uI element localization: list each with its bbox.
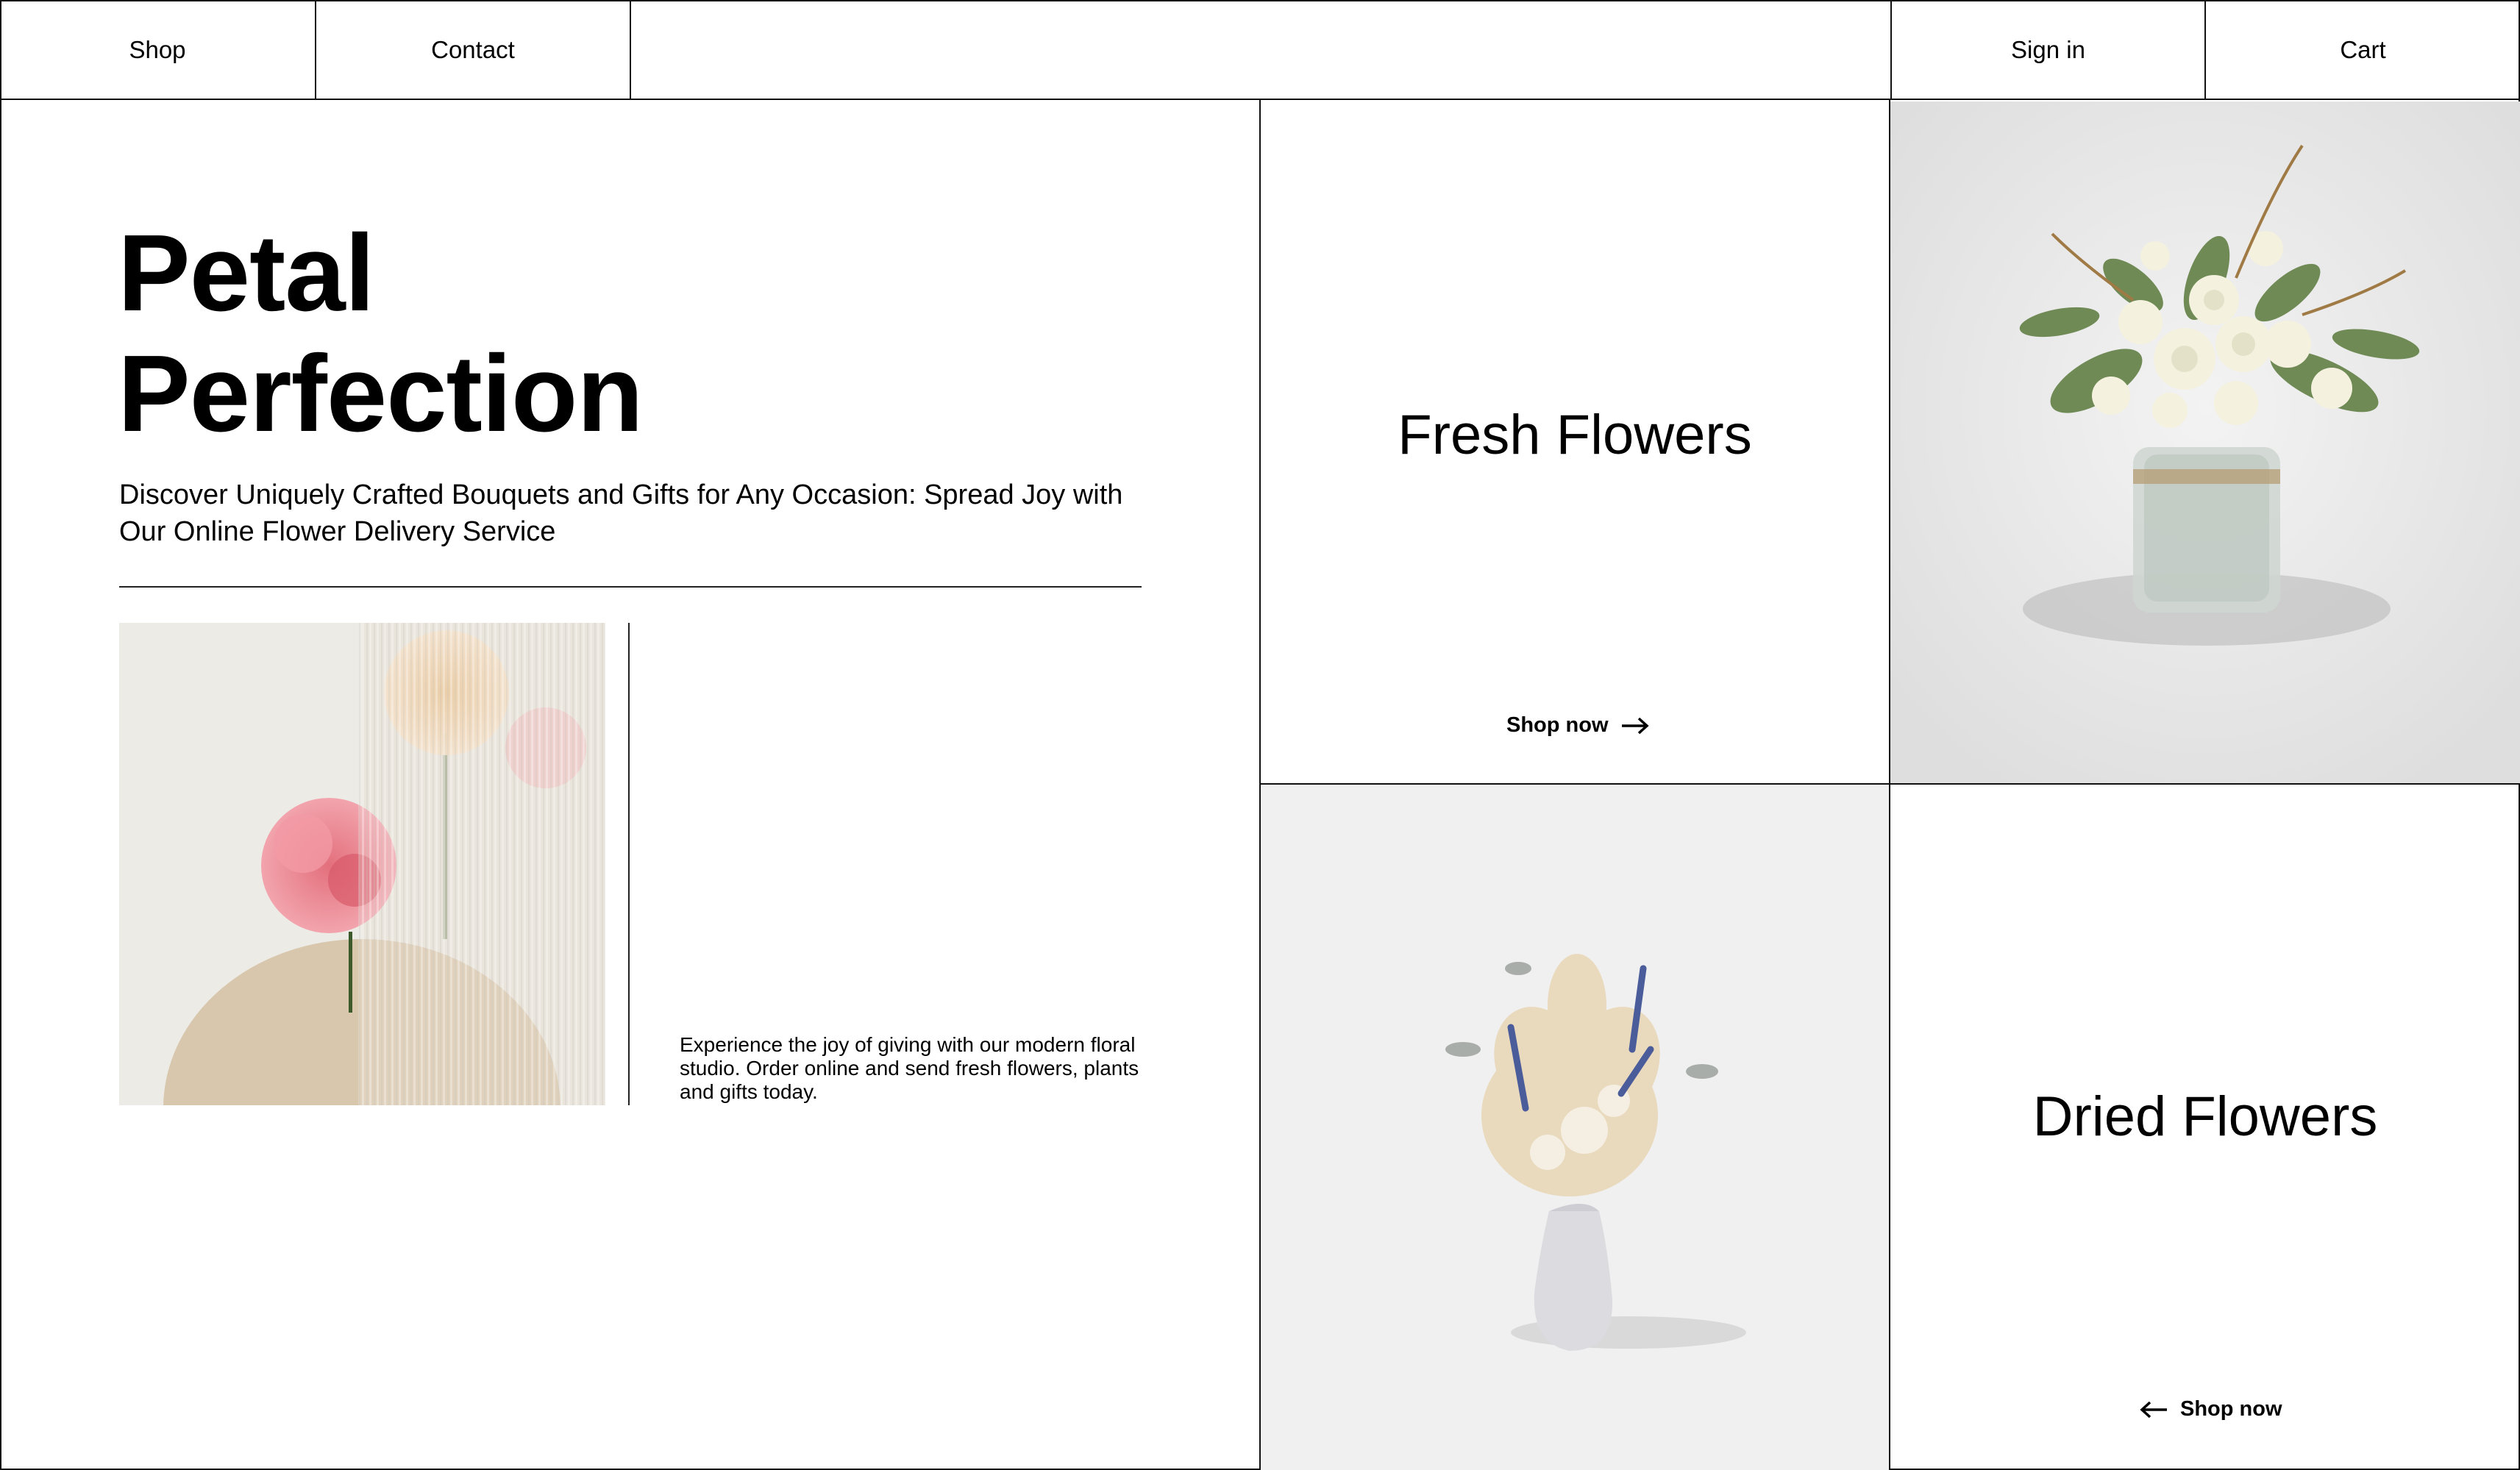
dried-shop-now-label: Shop now [2180,1397,2282,1421]
top-nav: Shop Contact Sign in Cart [0,0,2520,100]
nav-sign-in-label: Sign in [2011,36,2085,63]
dried-flowers-title: Dried Flowers [2032,1085,2378,1148]
dried-shop-now-link[interactable]: Shop now [2139,1397,2282,1421]
dried-bouquet-image [1261,785,1889,1470]
hero-note: Experience the joy of giving with our mo… [680,1033,1139,1103]
title-line-1: Petal [118,213,375,334]
fresh-flowers-title: Fresh Flowers [1398,404,1752,466]
nav-cart[interactable]: Cart [2204,0,2520,100]
nav-shop-label: Shop [129,36,186,63]
hero-subtitle: Discover Uniquely Crafted Bouquets and G… [119,479,1123,547]
fresh-bouquet-image [1890,101,2520,783]
nav-shop[interactable]: Shop [0,0,316,100]
white-bouquet-illustration [1890,101,2520,783]
fresh-shop-now-label: Shop now [1506,713,1609,737]
nav-cart-label: Cart [2340,36,2386,63]
nav-sign-in[interactable]: Sign in [1890,0,2204,100]
page-title: Petal Perfection [118,213,644,454]
nav-contact[interactable]: Contact [316,0,631,100]
carnation-glass-image [119,623,605,1105]
hero-vertical-divider [628,623,630,1105]
fresh-shop-now-link[interactable]: Shop now [1506,713,1650,738]
title-line-2: Perfection [118,333,644,454]
hero-image [119,623,605,1105]
nav-contact-label: Contact [431,36,515,63]
dried-bouquet-illustration [1261,785,1889,1470]
hero-divider [119,586,1142,588]
arrow-right-icon [1621,717,1649,734]
arrow-left-icon [2140,1401,2167,1418]
